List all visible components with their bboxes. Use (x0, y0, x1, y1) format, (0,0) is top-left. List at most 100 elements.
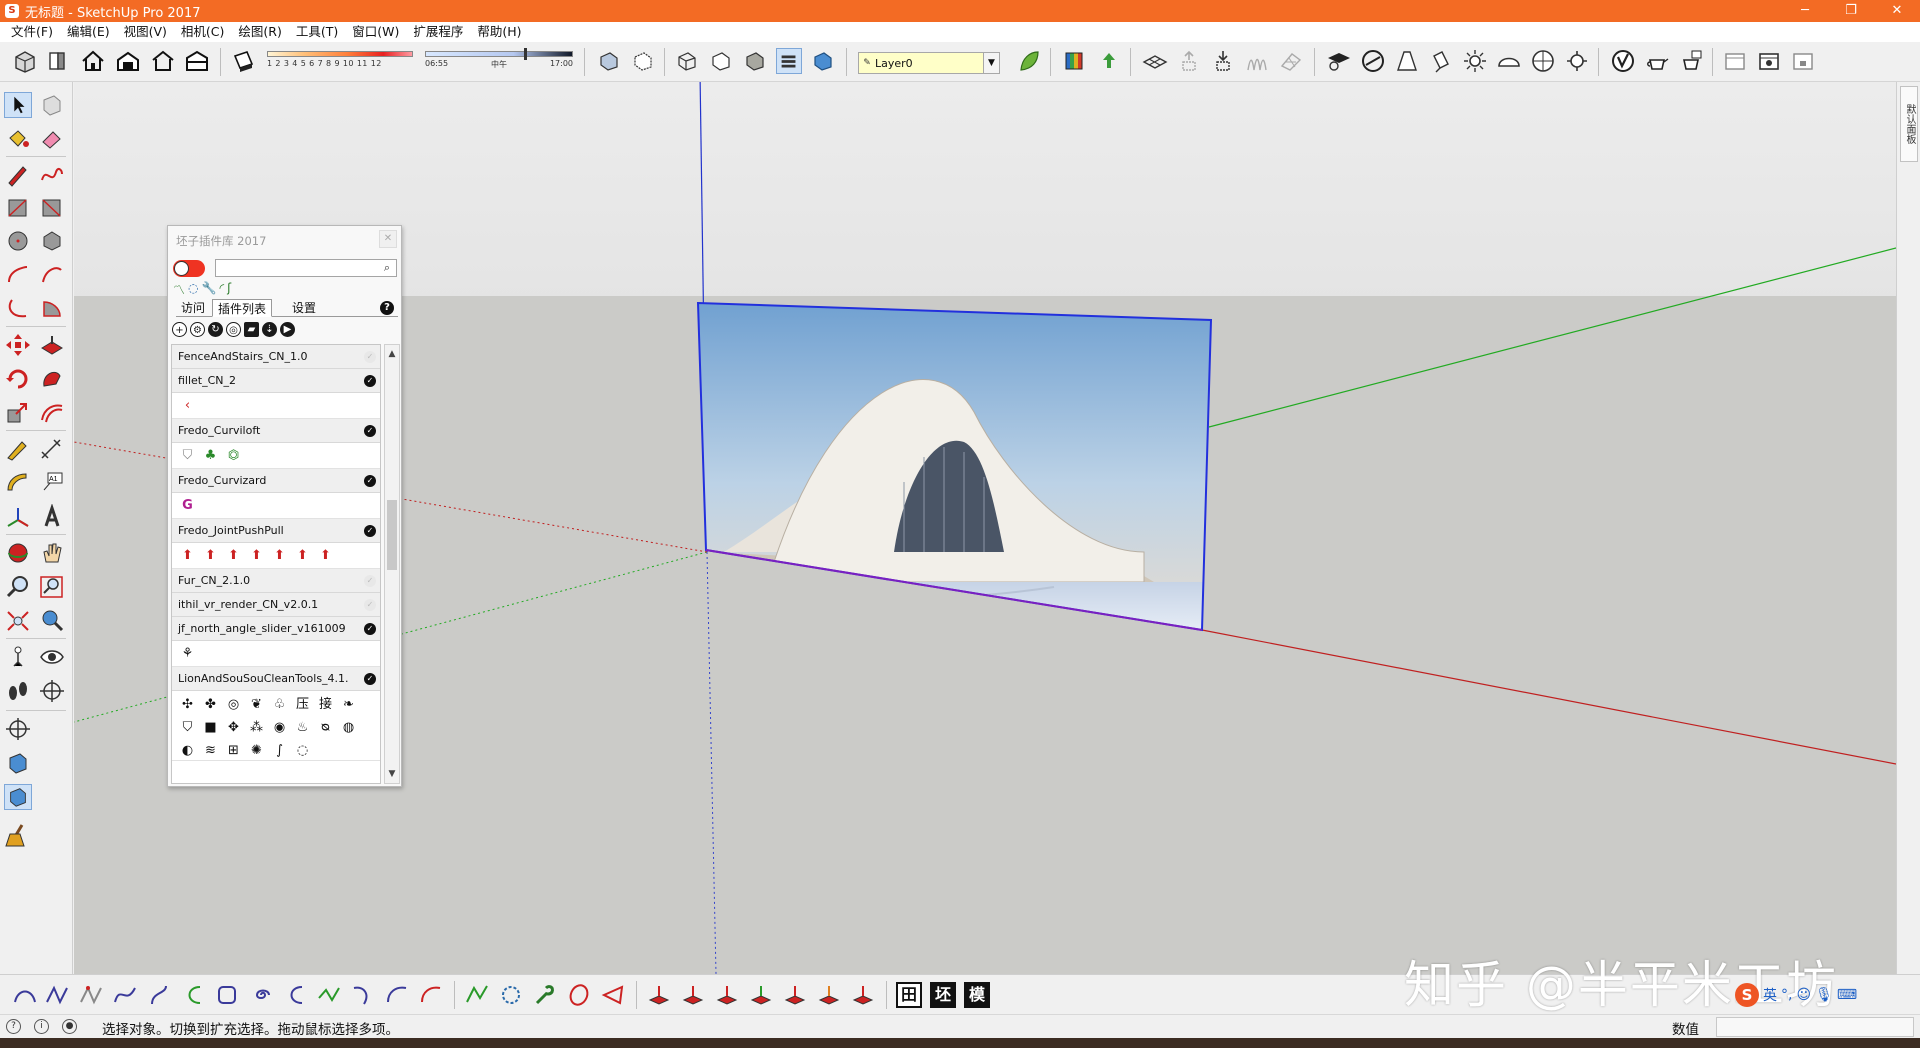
sun-light-icon[interactable] (1462, 48, 1488, 74)
extension-warehouse-icon[interactable] (184, 48, 210, 74)
refresh-icon[interactable]: ↻ (208, 322, 223, 337)
enabled-check-icon[interactable]: ✓ (364, 623, 376, 635)
menu-edit[interactable]: 编辑(E) (60, 22, 117, 42)
arc-tool-icon[interactable]: ◜ (219, 281, 224, 297)
hidden-line-icon[interactable] (708, 48, 734, 74)
clean-7-icon[interactable]: 接 (316, 695, 335, 714)
jpp-n-bottom-icon[interactable] (782, 982, 808, 1008)
close-icon[interactable]: ✕ (1874, 0, 1920, 22)
jpp-bottom-icon[interactable] (646, 982, 672, 1008)
play-icon[interactable]: ▶ (280, 322, 295, 337)
tab-visit[interactable]: 访问 (176, 299, 210, 317)
arc-icon[interactable] (4, 262, 32, 288)
scroll-up-icon[interactable]: ▲ (385, 346, 399, 362)
circle-dots-icon[interactable]: ◌ (188, 281, 198, 297)
clean-8-icon[interactable]: ❧ (339, 695, 358, 714)
clean-11-icon[interactable]: ✥ (224, 718, 243, 737)
search-icon[interactable]: ⌕ (380, 260, 394, 276)
position-camera-icon[interactable] (4, 644, 32, 670)
menu-camera[interactable]: 相机(C) (174, 22, 231, 42)
zoom-icon[interactable] (4, 574, 32, 600)
rotate-icon[interactable] (4, 366, 32, 392)
chevron-down-icon[interactable]: ▼ (983, 53, 999, 73)
zigzag-tool-icon[interactable] (464, 982, 490, 1008)
dimension-icon[interactable] (38, 436, 66, 462)
smoove-icon[interactable] (1176, 48, 1202, 74)
clean-12-icon[interactable]: ⁂ (247, 718, 266, 737)
disabled-check-icon[interactable]: ✓ (364, 599, 376, 611)
open-arc-icon[interactable] (282, 982, 308, 1008)
wrench-tool-icon[interactable] (532, 982, 558, 1008)
clean-19-icon[interactable]: ⊞ (224, 741, 243, 760)
image-texture-plane[interactable] (694, 297, 1214, 637)
sketchup-icon[interactable]: S (5, 4, 19, 18)
time-slider-knob[interactable] (524, 48, 527, 60)
path-loft-icon[interactable]: ⏣ (224, 446, 243, 465)
triangle-arc-icon[interactable] (600, 982, 626, 1008)
walk-icon[interactable] (4, 678, 32, 704)
shaded-icon[interactable] (742, 48, 768, 74)
3d-text-icon[interactable] (38, 504, 66, 530)
arc-curve-icon[interactable] (180, 982, 206, 1008)
clean-18-icon[interactable]: ≋ (201, 741, 220, 760)
ime-language[interactable]: 英 (1763, 985, 1777, 1005)
display-section-cuts-icon[interactable] (4, 784, 32, 810)
push-pull-icon[interactable] (38, 332, 66, 358)
freehand-icon[interactable] (38, 162, 66, 188)
component-icon[interactable] (44, 48, 70, 74)
plugin-toggle-switch[interactable] (173, 260, 205, 277)
select-arrow-icon[interactable] (4, 92, 32, 118)
xray-style-icon[interactable] (596, 48, 622, 74)
section-plane-icon[interactable] (1360, 48, 1386, 74)
enabled-check-icon[interactable]: ✓ (364, 673, 376, 685)
previous-view-icon[interactable] (38, 608, 66, 634)
pie-icon[interactable] (38, 296, 66, 322)
clean-21-icon[interactable]: ∫ (270, 741, 289, 760)
wrench-icon[interactable]: 🔧 (202, 281, 217, 297)
plugin-row[interactable]: Fredo_JointPushPull ✓ (172, 519, 380, 543)
menu-window[interactable]: 窗口(W) (345, 22, 406, 42)
shadow-time-slider[interactable]: 06:55 中午 17:00 (425, 48, 573, 75)
fillet-curve-icon[interactable]: ‹ (178, 396, 197, 415)
clean-3-icon[interactable]: ◎ (224, 695, 243, 714)
clean-13-icon[interactable]: ◉ (270, 718, 289, 737)
spiral-curve-icon[interactable] (146, 982, 172, 1008)
jpp-f-bottom-icon[interactable] (850, 982, 876, 1008)
dome-light-icon[interactable] (1496, 48, 1522, 74)
close-icon[interactable]: ✕ (379, 230, 397, 248)
disabled-check-icon[interactable]: ✓ (364, 575, 376, 587)
rotated-rectangle-icon[interactable] (38, 195, 66, 221)
scroll-thumb[interactable] (387, 500, 397, 570)
plugin-row[interactable]: Fredo_Curviloft ✓ (172, 419, 380, 443)
bezier-curve-icon[interactable] (12, 982, 38, 1008)
text-label-icon[interactable]: A1 (38, 470, 66, 496)
warehouse-icon[interactable] (115, 48, 141, 74)
menu-help[interactable]: 帮助(H) (470, 22, 528, 42)
maximize-icon[interactable]: ❐ (1828, 0, 1874, 22)
jpp-n-icon[interactable]: ⬆ (270, 546, 289, 565)
scroll-down-icon[interactable]: ▼ (385, 766, 399, 782)
line-pencil-icon[interactable] (4, 162, 32, 188)
back-edges-icon[interactable] (630, 48, 656, 74)
quarter-arc-icon[interactable] (384, 982, 410, 1008)
geolocation-icon[interactable]: ? (6, 1019, 21, 1034)
eraser-icon[interactable] (38, 126, 66, 152)
hook-curve-icon[interactable] (350, 982, 376, 1008)
help-icon[interactable]: ? (380, 301, 394, 315)
stamp-icon[interactable] (1210, 48, 1236, 74)
jpp-j-bottom-icon[interactable] (680, 982, 706, 1008)
menu-view[interactable]: 视图(V) (117, 22, 174, 42)
spline-edit-icon[interactable] (78, 982, 104, 1008)
shaded-with-textures-icon[interactable] (776, 48, 802, 74)
plugin-row[interactable]: FenceAndStairs_CN_1.0 ✓ (172, 345, 380, 369)
clean-14-icon[interactable]: ♨ (293, 718, 312, 737)
clean-10-icon[interactable]: ■ (201, 718, 220, 737)
clean-9-icon[interactable]: ⛉ (178, 718, 197, 737)
enabled-check-icon[interactable]: ✓ (364, 375, 376, 387)
minimize-icon[interactable]: ─ (1782, 0, 1828, 22)
plugin-row[interactable]: jf_north_angle_slider_v161009 ✓ (172, 617, 380, 641)
circle-points-icon[interactable] (498, 982, 524, 1008)
layer-dropdown[interactable]: ✎ Layer0 ▼ (858, 52, 1000, 74)
ime-keyboard-icon[interactable]: ⌨ (1837, 987, 1857, 1003)
tab-plugin-list[interactable]: 插件列表 (212, 299, 273, 317)
